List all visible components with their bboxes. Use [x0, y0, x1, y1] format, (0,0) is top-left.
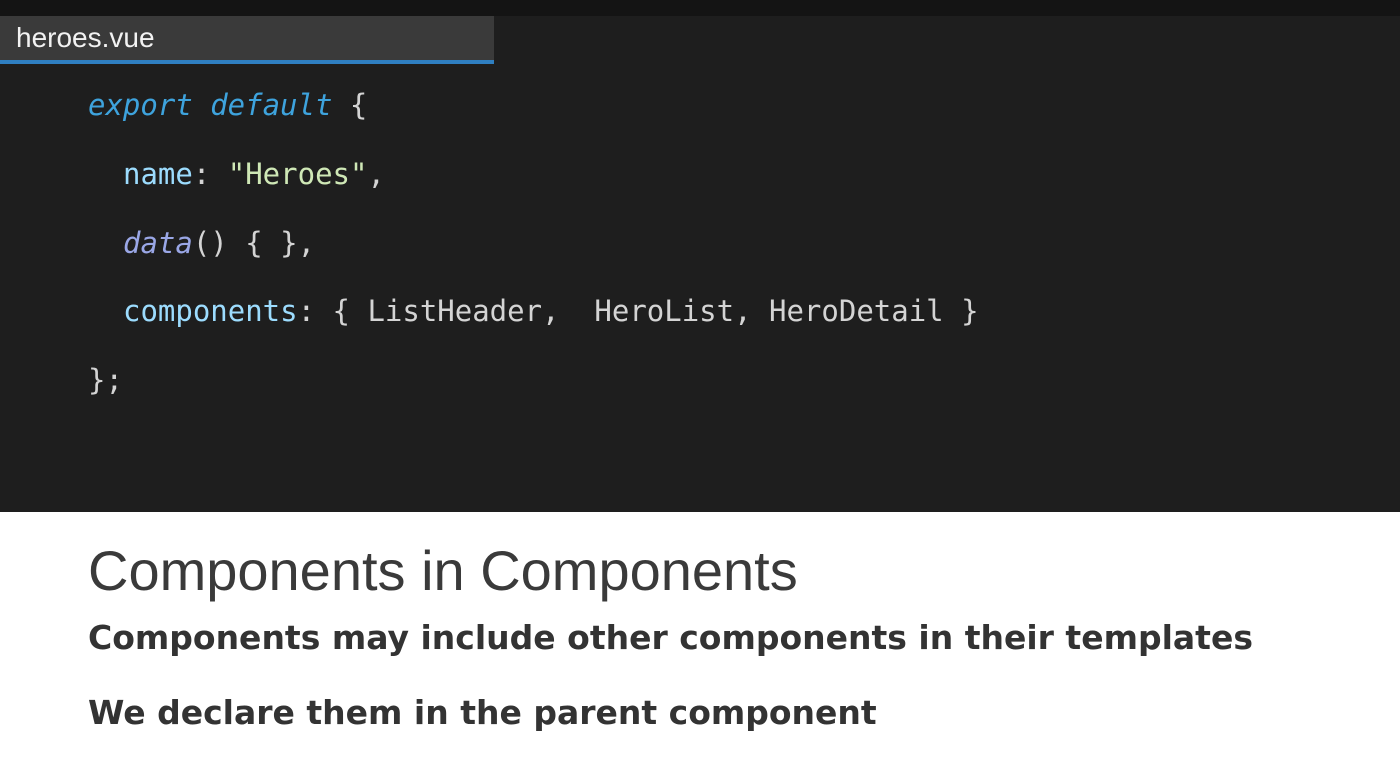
code-line-3: data() { },	[123, 225, 315, 261]
file-tab[interactable]: heroes.vue	[0, 16, 494, 64]
code-function: data	[123, 226, 193, 260]
code-punctuation: {	[332, 88, 368, 122]
code-punctuation: :	[297, 294, 333, 328]
top-bar	[0, 0, 1400, 16]
slide-title: Components in Components	[88, 539, 798, 602]
code-line-2: name: "Heroes",	[123, 156, 385, 192]
code-punctuation: ,	[367, 157, 385, 191]
code-property: name	[123, 157, 193, 191]
code-punctuation: };	[88, 363, 123, 397]
code-punctuation: :	[192, 157, 228, 191]
code-string: "Heroes"	[227, 157, 368, 191]
slide-bullet: We declare them in the parent component	[88, 693, 877, 732]
code-line-5: };	[88, 362, 123, 398]
slide-bullet: Components may include other components …	[88, 618, 1253, 657]
code-property: components	[123, 294, 298, 328]
code-components-list: { ListHeader, HeroList, HeroDetail }	[332, 294, 979, 328]
code-punctuation: () { },	[192, 226, 316, 260]
code-line-1: export default {	[88, 87, 367, 123]
code-keyword: export default	[88, 88, 333, 122]
code-block: export default { name: "Heroes", data() …	[0, 16, 979, 397]
code-panel: heroes.vue export default { name: "Heroe…	[0, 16, 1400, 512]
code-line-4: components: { ListHeader, HeroList, Hero…	[123, 293, 979, 329]
